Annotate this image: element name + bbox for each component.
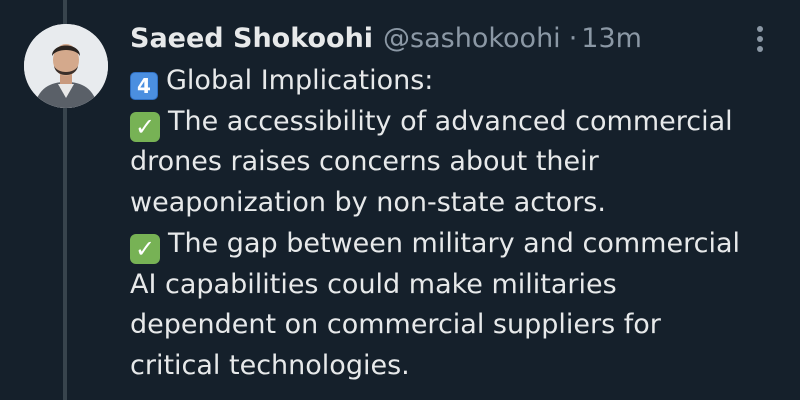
more-dot: [757, 46, 763, 52]
more-options-icon[interactable]: [748, 22, 772, 56]
thread-connector-top: [63, 0, 67, 24]
tweet-body: 4 Global Implications: ✓ The accessibility…: [130, 61, 790, 387]
tweet-line: ✓ The gap between military and commercial: [130, 224, 790, 265]
tweet-line: critical technologies.: [130, 346, 790, 387]
author-display-name[interactable]: Saeed Shokoohi: [130, 23, 373, 54]
more-dot: [757, 36, 763, 42]
tweet-line: drones raises concerns about their: [130, 142, 790, 183]
tweet-line-text: Global Implications:: [166, 65, 434, 96]
check-mark-button-icon: ✓: [130, 111, 160, 142]
tweet-line-text: dependent on commercial suppliers for: [130, 309, 661, 341]
tweet-line: ✓ The accessibility of advanced commercia…: [130, 102, 790, 143]
tweet-line-text: weaponization by non-state actors.: [130, 187, 606, 219]
tweet-line-text: The accessibility of advanced commercial: [168, 105, 733, 137]
keycap-four-icon: 4: [130, 72, 158, 100]
avatar-image: [24, 24, 108, 108]
check-mark-button-icon: ✓: [130, 233, 160, 264]
avatar[interactable]: [24, 24, 108, 108]
tweet-line-text: AI capabilities could make militaries: [130, 268, 617, 300]
header-separator: ·: [568, 22, 578, 54]
tweet-line: AI capabilities could make militaries: [130, 265, 790, 306]
tweet-line-text: The gap between military and commercial: [168, 227, 740, 259]
tweet-line: 4 Global Implications:: [130, 61, 790, 102]
tweet-line-text: drones raises concerns about their: [130, 146, 599, 178]
tweet-header: Saeed Shokoohi @sashokoohi · 13m: [130, 18, 642, 58]
tweet-line: dependent on commercial suppliers for: [130, 305, 790, 346]
author-handle[interactable]: @sashokoohi: [383, 23, 561, 54]
more-dot: [757, 26, 763, 32]
tweet-line: weaponization by non-state actors.: [130, 183, 790, 224]
tweet-line-text: critical technologies.: [130, 349, 410, 381]
tweet-timestamp[interactable]: 13m: [581, 23, 642, 54]
thread-connector-bottom: [63, 108, 67, 400]
